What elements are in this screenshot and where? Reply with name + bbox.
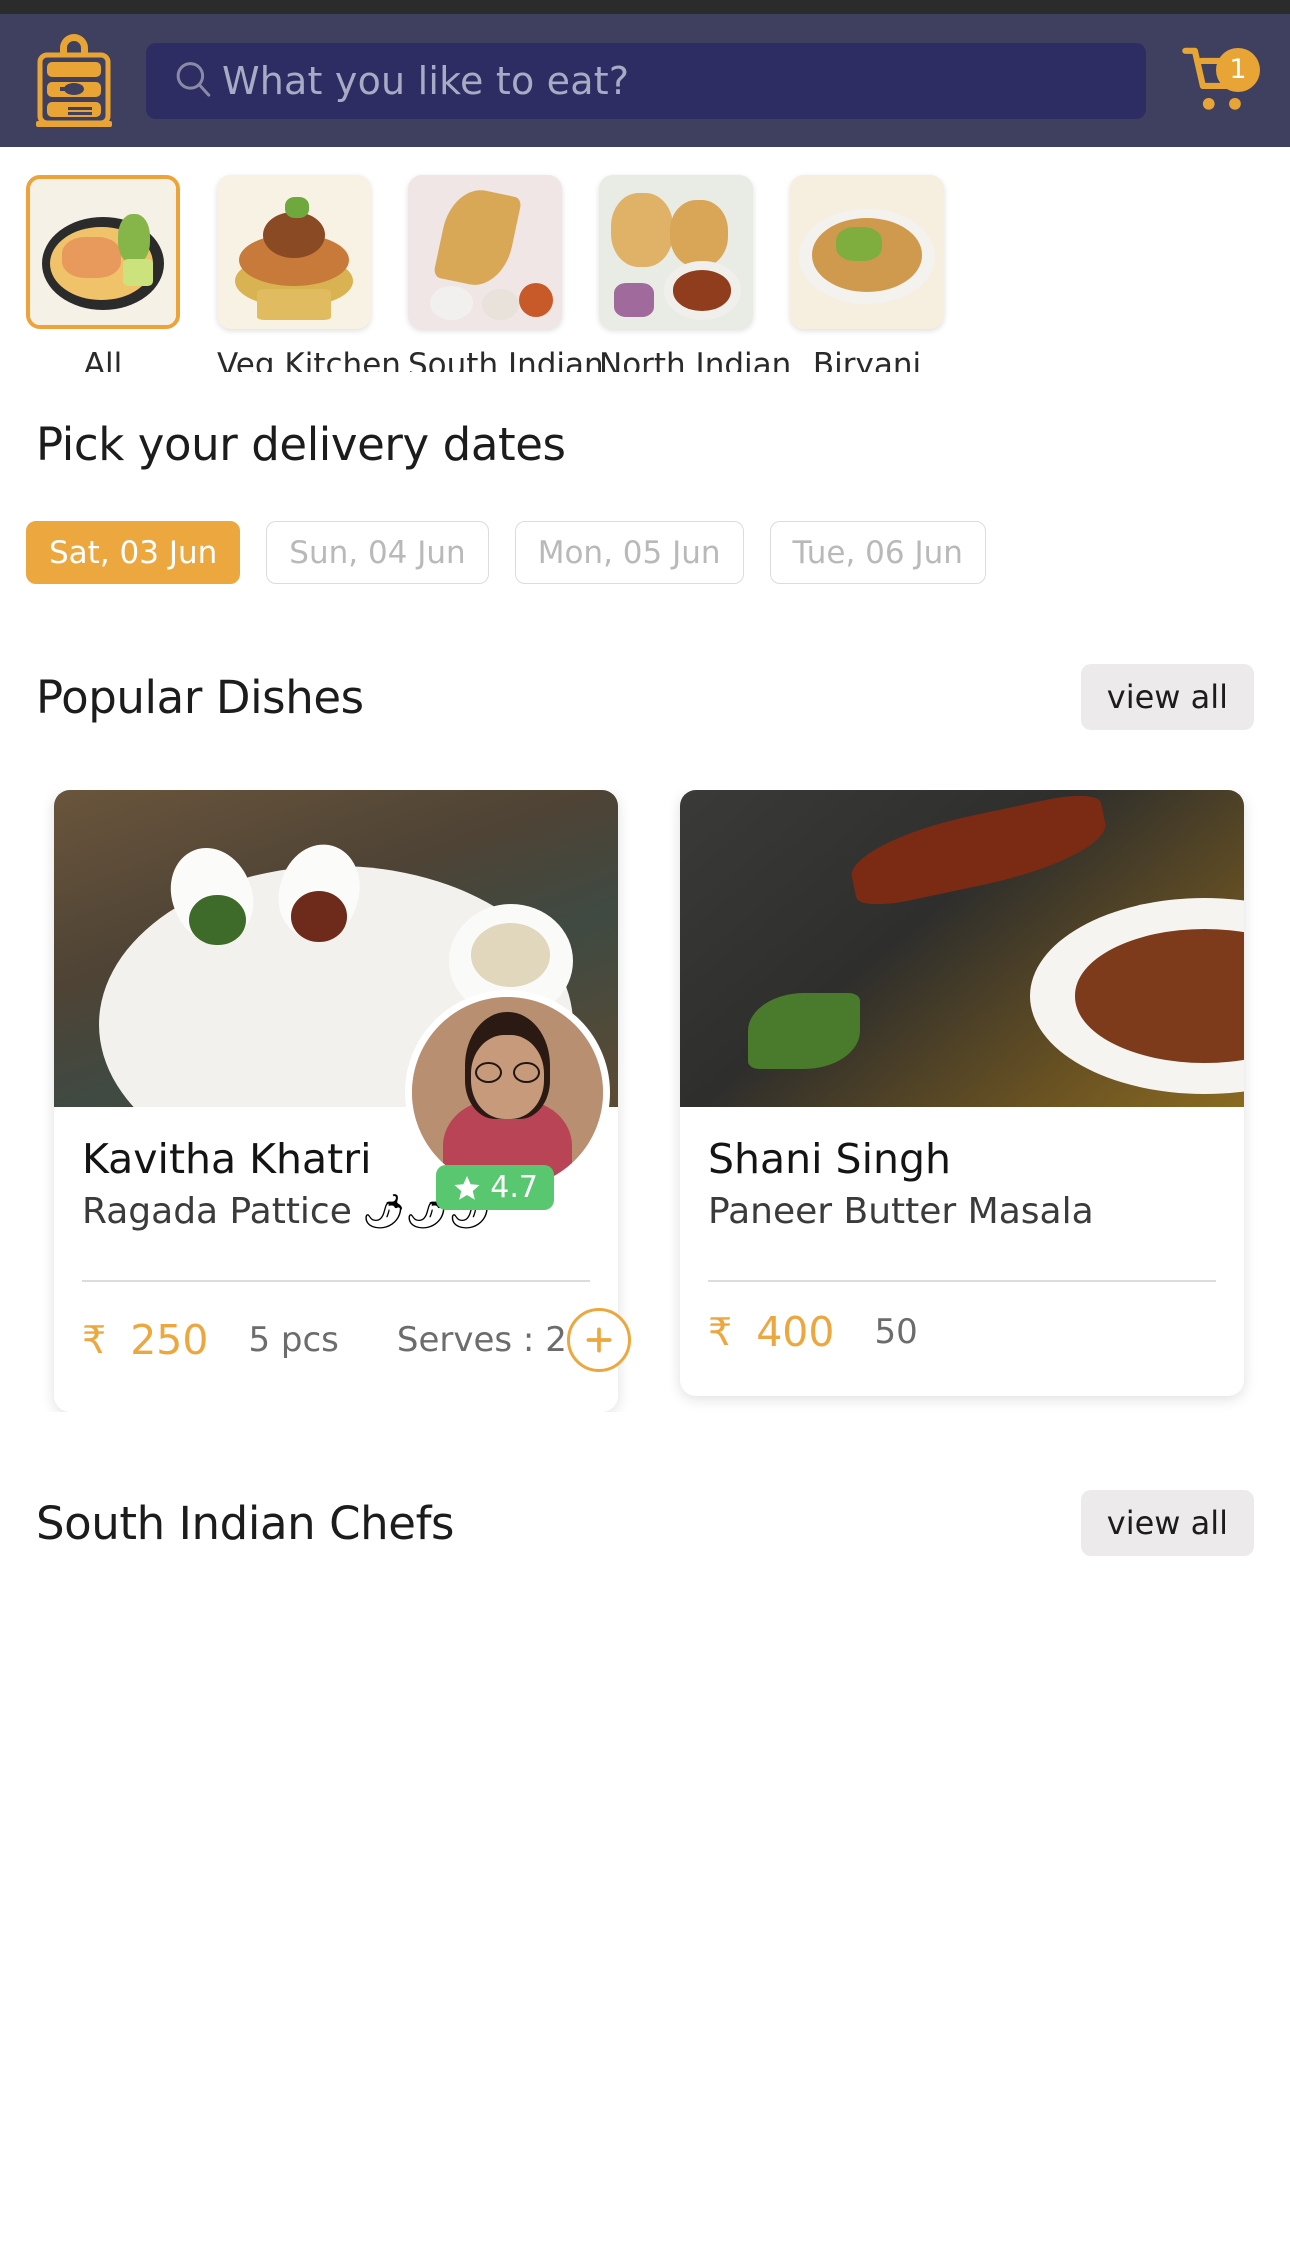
dish-name: Ragada Pattice: [82, 1191, 352, 1232]
category-thumbnail: [408, 175, 562, 329]
dish-name: Paneer Butter Masala: [708, 1191, 1094, 1232]
category-thumbnail: [790, 175, 944, 329]
date-chip-sun-04-jun[interactable]: Sun, 04 Jun: [266, 521, 489, 584]
cart-badge: 1: [1216, 47, 1260, 92]
rating-value: 4.7: [490, 1170, 538, 1205]
category-item-all[interactable]: All: [26, 175, 180, 372]
dish-pieces: 50: [874, 1312, 918, 1352]
dish-serves: Serves : 2: [396, 1320, 567, 1360]
delivery-dates-title: Pick your delivery dates: [36, 418, 566, 471]
search-placeholder: What you like to eat?: [222, 58, 630, 103]
category-label: North Indian: [599, 347, 792, 372]
app-logo[interactable]: [24, 31, 124, 131]
south-indian-chefs-view-all-button[interactable]: view all: [1080, 1490, 1254, 1556]
search-icon: [172, 57, 214, 104]
category-item-north-indian[interactable]: North Indian: [599, 175, 792, 372]
category-label: All: [83, 347, 123, 372]
dish-card-body: Shani Singh Paneer Butter Masala ₹ 400 5…: [680, 1107, 1244, 1396]
popular-dishes-header: Popular Dishes view all: [0, 664, 1290, 730]
category-label: South Indian: [408, 347, 604, 372]
dish-price: 400: [756, 1308, 835, 1356]
category-item-south-indian[interactable]: South Indian: [408, 175, 604, 372]
category-item-veg-kitchen[interactable]: Veg Kitchen: [217, 175, 401, 372]
date-chip-sat-03-jun[interactable]: Sat, 03 Jun: [26, 521, 241, 584]
dish-pieces: 5 pcs: [248, 1320, 339, 1360]
date-chip-mon-05-jun[interactable]: Mon, 05 Jun: [514, 521, 744, 584]
dish-card[interactable]: Shani Singh Paneer Butter Masala ₹ 400 5…: [680, 790, 1244, 1396]
category-thumbnail: [26, 175, 180, 329]
dish-photo: [680, 790, 1244, 1107]
popular-dishes-view-all-button[interactable]: view all: [1080, 664, 1254, 730]
category-thumbnail: [599, 175, 753, 329]
star-icon: [454, 1175, 480, 1200]
chef-name: Shani Singh: [708, 1135, 951, 1183]
category-thumbnail: [217, 175, 371, 329]
date-chip-tue-06-jun[interactable]: Tue, 06 Jun: [769, 521, 986, 584]
category-label: Veg Kitchen: [217, 347, 401, 372]
south-indian-chefs-header: South Indian Chefs view all: [0, 1490, 1290, 1556]
add-to-cart-button[interactable]: [566, 1308, 631, 1372]
currency-symbol: ₹: [82, 1319, 107, 1362]
status-bar: [0, 0, 1290, 14]
chef-rating-badge: 4.7: [436, 1165, 554, 1210]
tiffin-box-icon: [36, 33, 112, 127]
category-strip[interactable]: All Veg Kitchen South Indian North India…: [0, 147, 1290, 372]
south-indian-chefs-title: South Indian Chefs: [36, 1496, 455, 1550]
category-label: Biryani: [812, 347, 922, 372]
plus-icon: [586, 1327, 612, 1353]
app-header: What you like to eat? 1: [0, 14, 1290, 147]
delivery-dates-row[interactable]: Sat, 03 Jun Sun, 04 Jun Mon, 05 Jun Tue,…: [0, 521, 1290, 584]
dish-card[interactable]: 4.7 Kavitha Khatri Ragada Pattice 🌶🌶🌶 ₹ …: [54, 790, 631, 1412]
dish-price-row: ₹ 400 50: [708, 1282, 1216, 1396]
cart-button[interactable]: 1: [1170, 44, 1266, 118]
search-bar[interactable]: What you like to eat?: [146, 42, 1146, 119]
popular-dishes-cards[interactable]: 4.7 Kavitha Khatri Ragada Pattice 🌶🌶🌶 ₹ …: [0, 790, 1290, 1412]
delivery-dates-header: Pick your delivery dates: [0, 418, 1290, 471]
currency-symbol: ₹: [708, 1311, 733, 1354]
dish-price-row: ₹ 250 5 pcs Serves : 2: [82, 1282, 631, 1412]
dish-price: 250: [130, 1316, 209, 1364]
popular-dishes-title: Popular Dishes: [36, 670, 364, 724]
category-item-biryani[interactable]: Biryani: [790, 175, 944, 372]
